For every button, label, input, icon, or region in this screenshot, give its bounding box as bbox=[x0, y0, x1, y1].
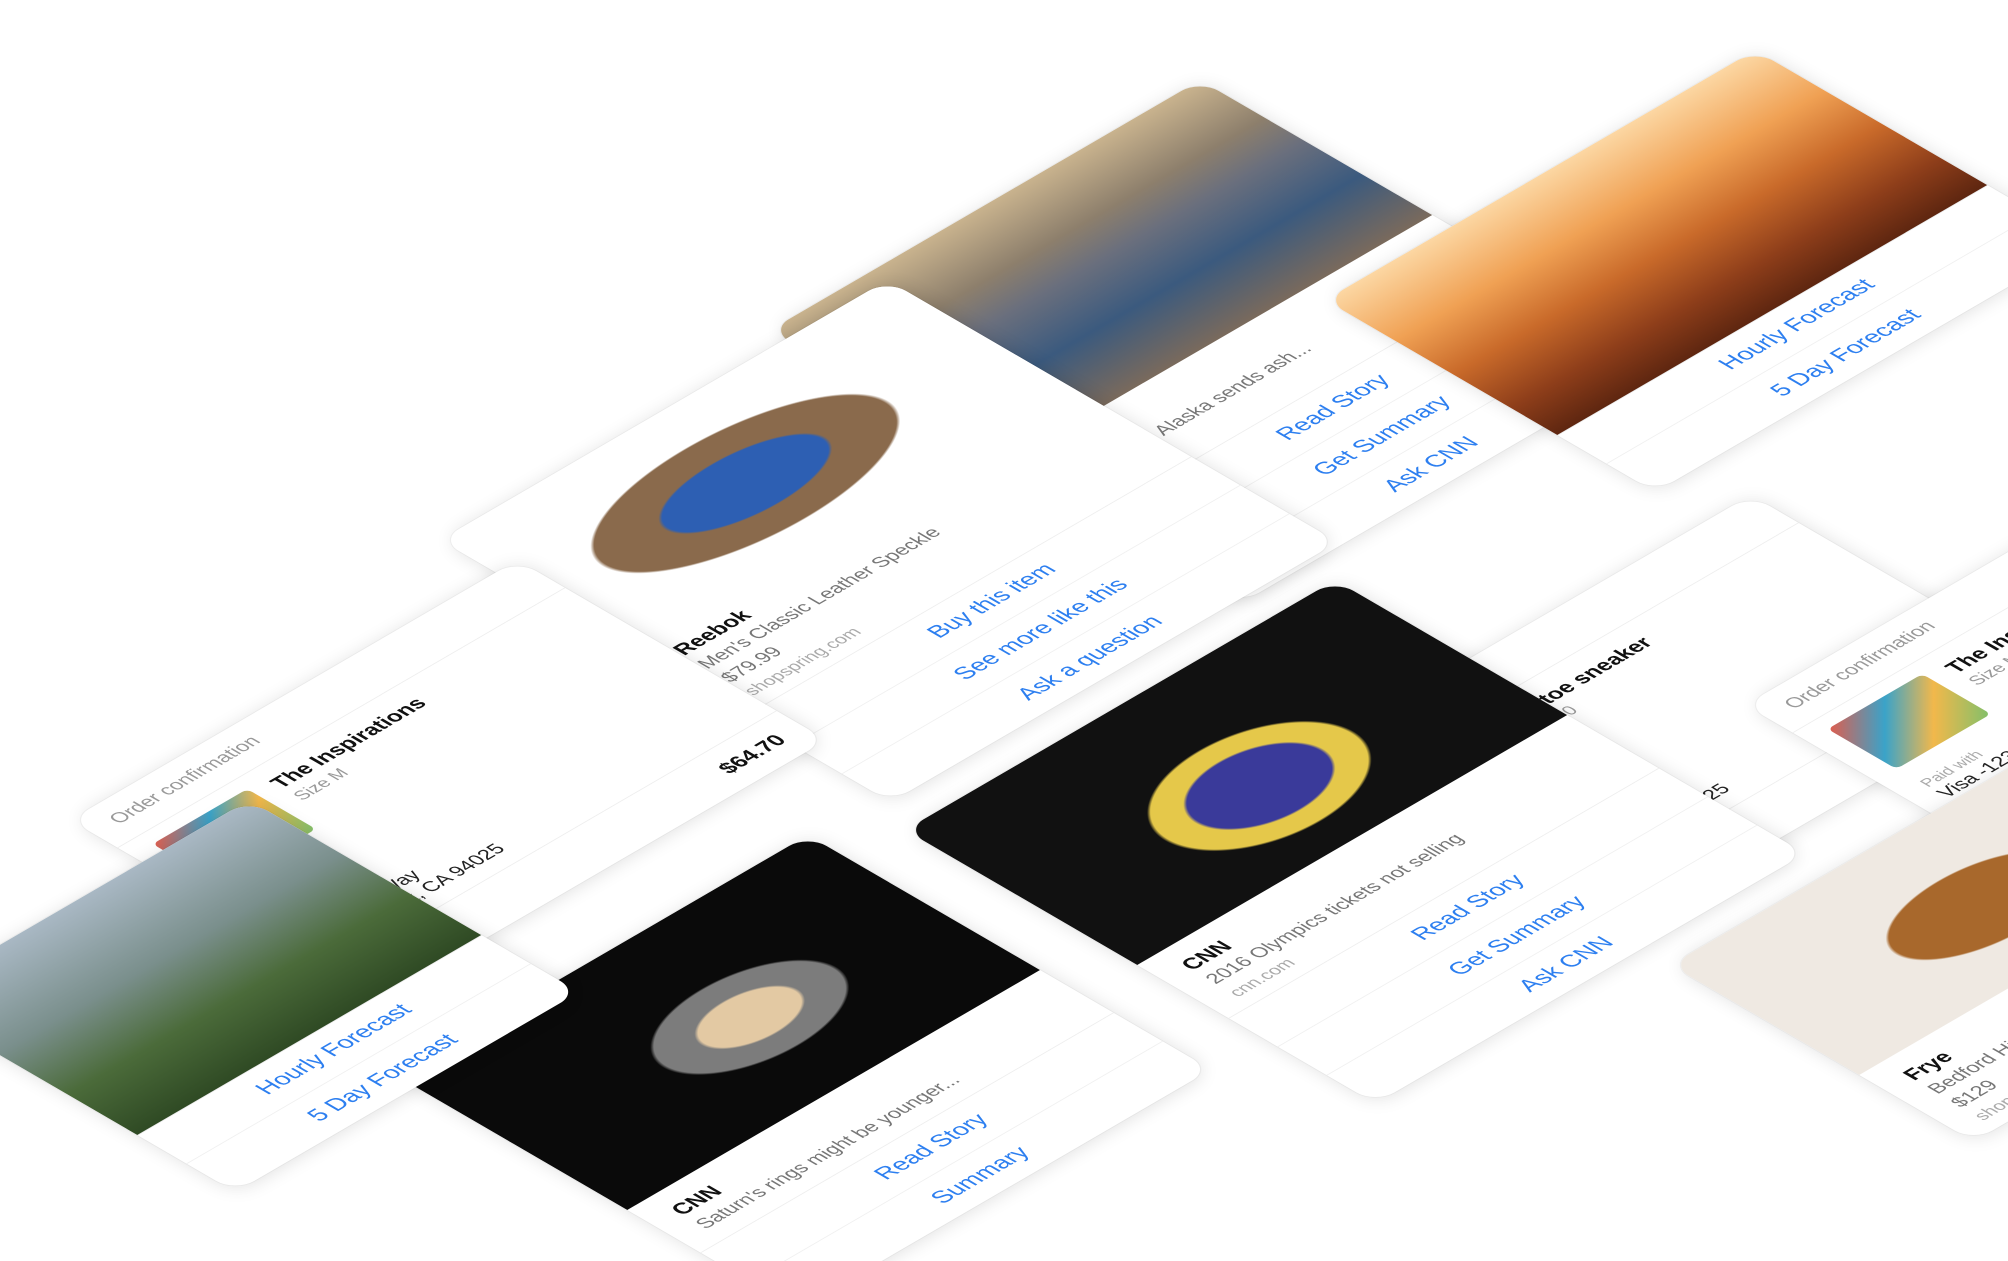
card-collage: CNNVolcano in Alaska sends ash...cnn.com… bbox=[0, 0, 2008, 1261]
total-value: $64.70 bbox=[712, 731, 792, 778]
